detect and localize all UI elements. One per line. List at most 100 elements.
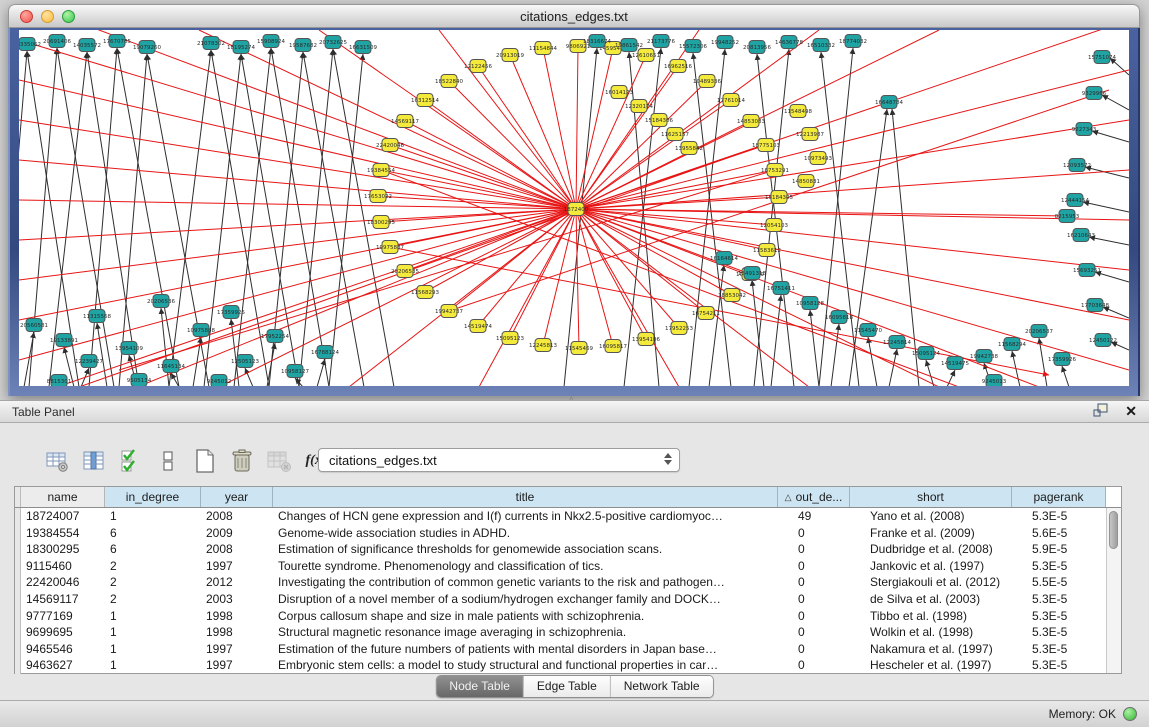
table-cell[interactable]: 0 xyxy=(793,574,865,591)
tab-network-table[interactable]: Network Table xyxy=(611,676,713,697)
table-cell[interactable]: 18724007 xyxy=(21,508,105,525)
table-row[interactable]: 1456911722003Disruption of a novel membe… xyxy=(15,591,1121,608)
network-graph[interactable]: 1872400151843051205410311583612107439091… xyxy=(19,30,1129,386)
table-cell[interactable]: 2009 xyxy=(201,525,273,542)
table-cell[interactable]: Franke et al. (2009) xyxy=(865,525,1027,542)
table-row[interactable]: 1938455462009Genome-wide association stu… xyxy=(15,525,1121,542)
minimize-window-button[interactable] xyxy=(41,10,54,23)
table-cell[interactable]: Stergiakouli et al. (2012) xyxy=(865,574,1027,591)
table-cell[interactable]: Jankovic et al. (1997) xyxy=(865,558,1027,575)
table-cell[interactable]: Genome-wide association studies in ADHD. xyxy=(273,525,793,542)
table-cell[interactable]: Estimation of the future numbers of pati… xyxy=(273,641,793,658)
table-cell[interactable]: 0 xyxy=(793,608,865,625)
table-cell[interactable]: Corpus callosum shape and size in male p… xyxy=(273,608,793,625)
table-cell[interactable]: Estimation of significance thresholds fo… xyxy=(273,541,793,558)
table-cell[interactable]: 2008 xyxy=(201,541,273,558)
graph-edge xyxy=(19,120,576,209)
table-cell[interactable]: 2008 xyxy=(201,508,273,525)
table-row[interactable]: 969969511998Structural magnetic resonanc… xyxy=(15,624,1121,641)
table-cell[interactable]: 49 xyxy=(793,508,865,525)
rows-icon[interactable] xyxy=(155,448,181,474)
table-cell[interactable]: 14569117 xyxy=(21,591,105,608)
table-cell[interactable]: Yano et al. (2008) xyxy=(865,508,1027,525)
table-cell[interactable]: 1997 xyxy=(201,558,273,575)
close-panel-icon[interactable]: ✕ xyxy=(1125,403,1137,420)
table-cell[interactable]: 9777169 xyxy=(21,608,105,625)
table-select-dropdown[interactable]: citations_edges.txt xyxy=(318,448,680,472)
column-header-name[interactable]: name xyxy=(21,487,105,507)
delete-column-icon[interactable] xyxy=(229,448,255,474)
table-cell[interactable]: 1997 xyxy=(201,641,273,658)
table-cell[interactable]: 9115460 xyxy=(21,558,105,575)
tab-edge-table[interactable]: Edge Table xyxy=(524,676,611,697)
table-cell[interactable]: Embryonic stem cells: a model to study s… xyxy=(273,657,793,674)
close-window-button[interactable] xyxy=(20,10,33,23)
table-cell[interactable]: 6 xyxy=(105,525,201,542)
table-cell[interactable]: 1 xyxy=(105,508,201,525)
table-row[interactable]: 911546021997Tourette syndrome. Phenomeno… xyxy=(15,558,1121,575)
table-cell[interactable]: 0 xyxy=(793,624,865,641)
float-panel-icon[interactable] xyxy=(1093,403,1109,420)
column-header-out_de[interactable]: △out_de... xyxy=(778,487,850,507)
create-column-icon[interactable] xyxy=(192,448,218,474)
table-cell[interactable]: Tourette syndrome. Phenomenology and cla… xyxy=(273,558,793,575)
table-cell[interactable]: 1997 xyxy=(201,657,273,674)
table-cell[interactable]: 0 xyxy=(793,591,865,608)
table-cell[interactable]: 18300295 xyxy=(21,541,105,558)
network-canvas[interactable]: 1872400151843051205410311583612107439091… xyxy=(19,30,1129,386)
table-cell[interactable]: 6 xyxy=(105,541,201,558)
table-cell[interactable]: 1 xyxy=(105,608,201,625)
table-cell[interactable]: 2 xyxy=(105,574,201,591)
table-cell[interactable]: 0 xyxy=(793,657,865,674)
table-cell[interactable]: Tibbo et al. (1998) xyxy=(865,608,1027,625)
table-cell[interactable]: 1 xyxy=(105,641,201,658)
select-all-icon[interactable] xyxy=(118,448,144,474)
table-cell[interactable]: Investigating the contribution of common… xyxy=(273,574,793,591)
column-header-in_degree[interactable]: in_degree xyxy=(105,487,201,507)
memory-ok-indicator-icon xyxy=(1123,707,1137,721)
table-cell[interactable]: Nakamura et al. (1997) xyxy=(865,641,1027,658)
table-cell[interactable]: 9465546 xyxy=(21,641,105,658)
table-row[interactable]: 1872400712008Changes of HCN gene express… xyxy=(15,508,1121,525)
table-cell[interactable]: 19384554 xyxy=(21,525,105,542)
table-cell[interactable]: 0 xyxy=(793,541,865,558)
table-cell[interactable]: 0 xyxy=(793,525,865,542)
table-row[interactable]: 2242004622012Investigating the contribut… xyxy=(15,574,1121,591)
table-cell[interactable]: 2 xyxy=(105,591,201,608)
table-cell[interactable]: 9463627 xyxy=(21,657,105,674)
table-cell[interactable]: Dudbridge et al. (2008) xyxy=(865,541,1027,558)
column-header-title[interactable]: title xyxy=(273,487,778,507)
window-titlebar[interactable]: citations_edges.txt xyxy=(8,4,1140,28)
scrollbar-thumb[interactable] xyxy=(1109,511,1118,549)
table-cell[interactable]: Hescheler et al. (1997) xyxy=(865,657,1027,674)
table-cell[interactable]: 0 xyxy=(793,558,865,575)
table-cell[interactable]: 2012 xyxy=(201,574,273,591)
table-row[interactable]: 946554611997Estimation of the future num… xyxy=(15,641,1121,658)
table-cell[interactable]: Wolkin et al. (1998) xyxy=(865,624,1027,641)
column-header-short[interactable]: short xyxy=(850,487,1012,507)
table-cell[interactable]: 1 xyxy=(105,657,201,674)
tab-node-table[interactable]: Node Table xyxy=(436,676,524,697)
table-row[interactable]: 1830029562008Estimation of significance … xyxy=(15,541,1121,558)
table-cell[interactable]: Structural magnetic resonance image aver… xyxy=(273,624,793,641)
table-cell[interactable]: Disruption of a novel member of a sodium… xyxy=(273,591,793,608)
table-cell[interactable]: 9699695 xyxy=(21,624,105,641)
show-columns-icon[interactable] xyxy=(81,448,107,474)
table-cell[interactable]: 0 xyxy=(793,641,865,658)
vertical-scrollbar[interactable] xyxy=(1106,508,1121,673)
column-header-year[interactable]: year xyxy=(201,487,273,507)
graph-edge xyxy=(576,209,1129,320)
table-cell[interactable]: 22420046 xyxy=(21,574,105,591)
table-cell[interactable]: 1998 xyxy=(201,624,273,641)
table-row[interactable]: 977716911998Corpus callosum shape and si… xyxy=(15,608,1121,625)
zoom-window-button[interactable] xyxy=(62,10,75,23)
table-cell[interactable]: 1998 xyxy=(201,608,273,625)
table-cell[interactable]: 2003 xyxy=(201,591,273,608)
table-mode-icon[interactable] xyxy=(44,448,70,474)
table-cell[interactable]: de Silva et al. (2003) xyxy=(865,591,1027,608)
table-cell[interactable]: 1 xyxy=(105,624,201,641)
table-cell[interactable]: Changes of HCN gene expression and I(f) … xyxy=(273,508,793,525)
table-cell[interactable]: 2 xyxy=(105,558,201,575)
table-row[interactable]: 946362711997Embryonic stem cells: a mode… xyxy=(15,657,1121,674)
column-header-pagerank[interactable]: pagerank xyxy=(1012,487,1106,507)
